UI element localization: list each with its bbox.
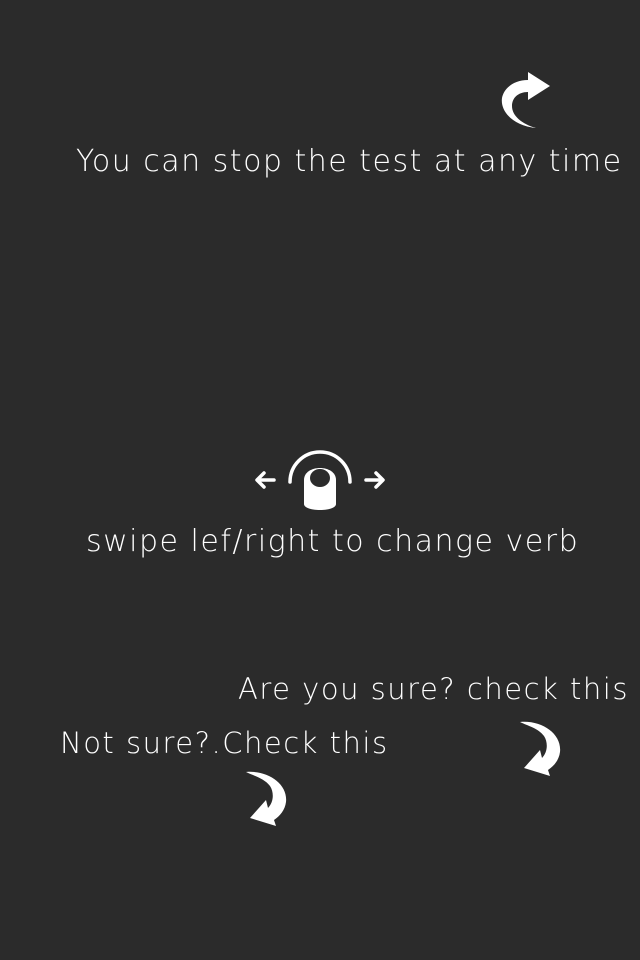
tutorial-overlay[interactable]: You can stop the test at any time swipe …	[0, 0, 640, 960]
curved-arrow-down-icon	[242, 768, 290, 826]
stop-test-hint: You can stop the test at any time	[76, 144, 623, 179]
not-sure-hint: Not sure?.Check this	[60, 726, 389, 760]
curved-arrow-down-icon	[516, 718, 564, 776]
swipe-left-right-icon	[252, 446, 388, 514]
curved-arrow-up-right-icon	[500, 72, 552, 130]
are-you-sure-hint: Are you sure? check this	[238, 672, 629, 706]
swipe-hint: swipe lef/right to change verb	[86, 524, 580, 559]
